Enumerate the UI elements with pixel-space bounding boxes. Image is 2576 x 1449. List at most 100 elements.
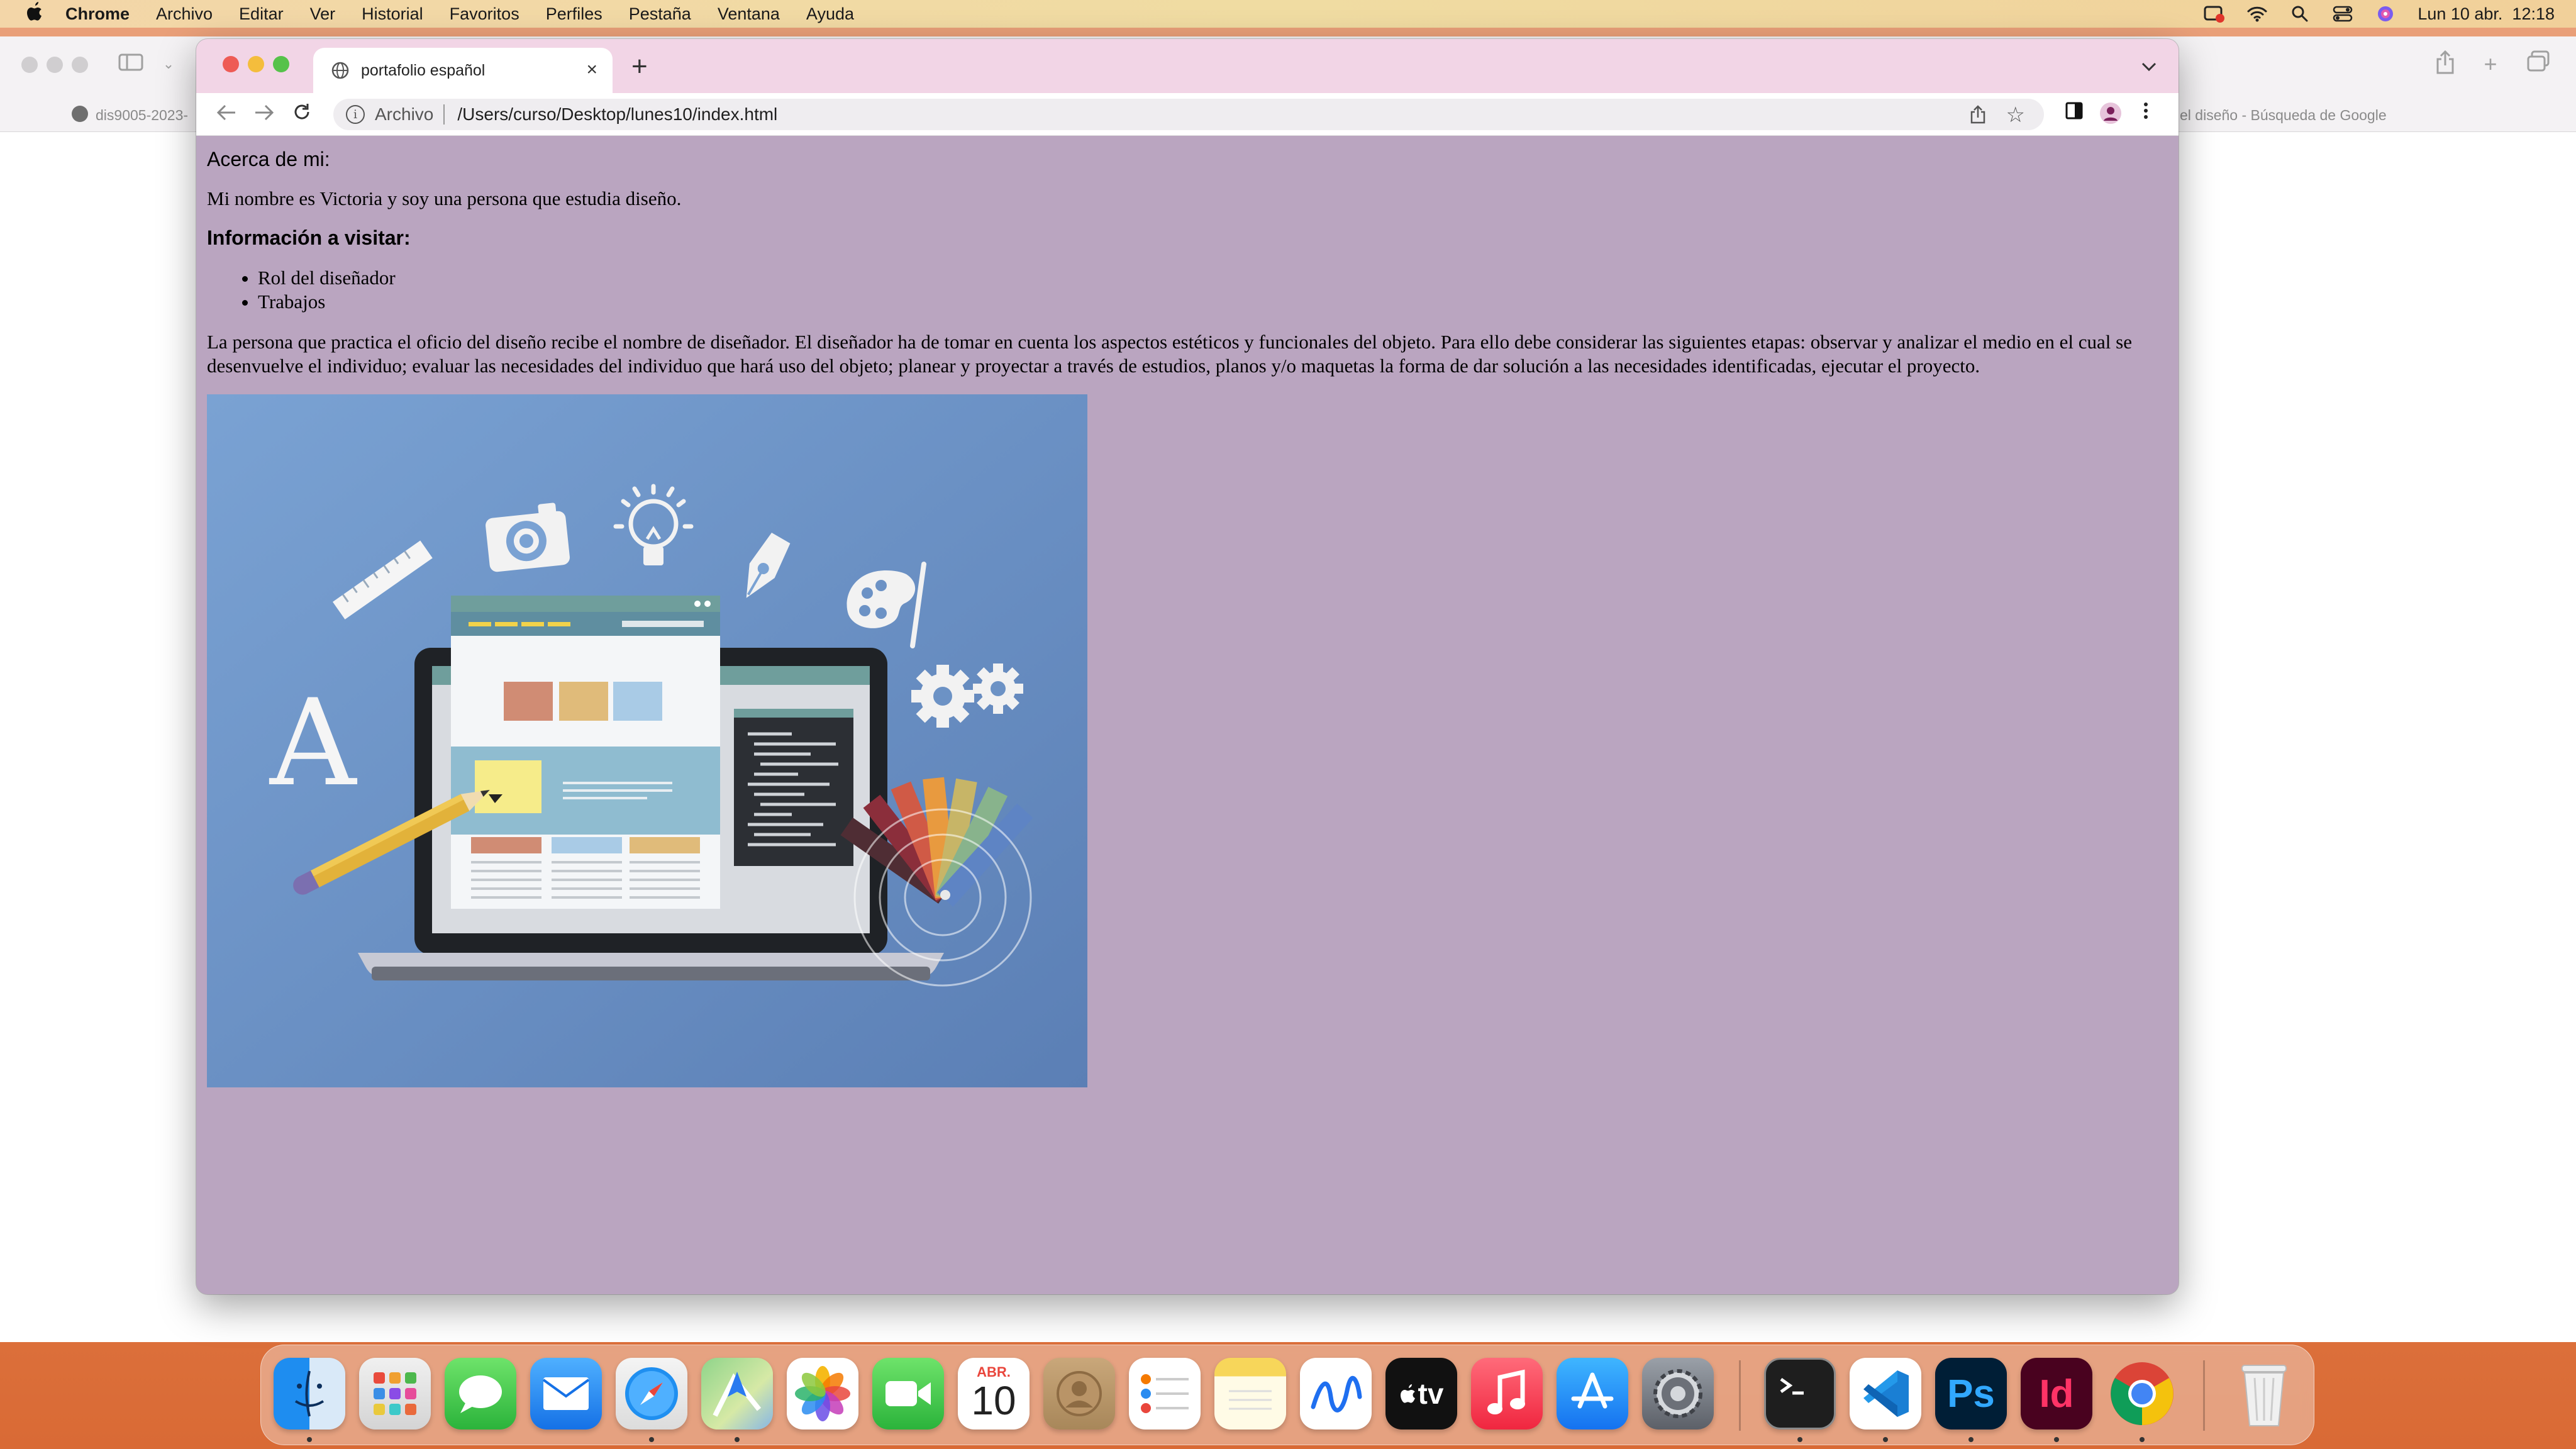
dock-terminal[interactable]: [1764, 1358, 1836, 1430]
dock-app-store[interactable]: [1557, 1358, 1628, 1430]
spotlight-icon[interactable]: [2289, 4, 2311, 23]
bg-zoom-light[interactable]: [72, 57, 88, 73]
dock-separator: [2203, 1360, 2205, 1431]
about-heading: Acerca de mi:: [207, 148, 330, 170]
tab-overview-icon[interactable]: [2524, 50, 2552, 78]
dock-notes[interactable]: [1214, 1358, 1286, 1430]
letter-a-glyph: A: [269, 674, 358, 813]
tab-close-icon[interactable]: ×: [586, 60, 597, 79]
url-text[interactable]: /Users/curso/Desktop/lunes10/index.html: [457, 104, 777, 125]
dock-facetime[interactable]: [872, 1358, 944, 1430]
globe-icon: [331, 61, 350, 80]
url-separator: [443, 104, 445, 125]
new-tab-icon[interactable]: +: [2477, 50, 2504, 78]
dock-messages[interactable]: [445, 1358, 516, 1430]
menu-ayuda[interactable]: Ayuda: [806, 4, 854, 24]
bg-minimize-light[interactable]: [47, 57, 63, 73]
dock-photoshop[interactable]: Ps: [1935, 1358, 2007, 1430]
designer-paragraph: La persona que practica el oficio del di…: [207, 331, 2132, 377]
menu-archivo[interactable]: Archivo: [156, 4, 213, 24]
minimize-light[interactable]: [248, 56, 264, 72]
visit-list: Rol del diseñador Trabajos: [258, 266, 2168, 314]
menu-app-chrome[interactable]: Chrome: [65, 4, 130, 24]
photos-icon: [795, 1366, 850, 1421]
dock-maps[interactable]: [701, 1358, 773, 1430]
screen-recording-icon[interactable]: [2204, 4, 2225, 23]
wifi-icon[interactable]: [2246, 4, 2268, 23]
menubar-clock[interactable]: Lun 10 abr. 12:18: [2418, 4, 2555, 24]
running-indicator: [1797, 1437, 1802, 1442]
apple-tv-label: tv: [1418, 1377, 1444, 1410]
dock-finder[interactable]: [274, 1358, 345, 1430]
menu-perfiles[interactable]: Perfiles: [546, 4, 602, 24]
dock-calendar[interactable]: ABR. 10: [958, 1358, 1030, 1430]
tab-portafolio[interactable]: portafolio español ×: [313, 48, 613, 93]
finder-icon: [294, 1370, 325, 1417]
menu-ventana[interactable]: Ventana: [718, 4, 780, 24]
site-info-icon[interactable]: i: [346, 105, 365, 124]
profile-avatar-icon[interactable]: [2098, 102, 2123, 127]
menu-historial[interactable]: Historial: [362, 4, 423, 24]
contacts-icon: [1057, 1371, 1102, 1416]
url-scheme-label: Archivo: [375, 104, 434, 124]
chrome-icon: [2111, 1362, 2174, 1425]
dock-photos[interactable]: [787, 1358, 858, 1430]
bg-tab-right-label[interactable]: el diseño - Búsqueda de Google: [2180, 107, 2387, 124]
tab-search-icon[interactable]: [2141, 57, 2157, 76]
sidebar-icon[interactable]: [117, 50, 145, 78]
dock-mail[interactable]: [530, 1358, 602, 1430]
menu-ver[interactable]: Ver: [310, 4, 336, 24]
bg-close-light[interactable]: [21, 57, 38, 73]
dock-apple-tv[interactable]: tv: [1385, 1358, 1457, 1430]
dock-safari[interactable]: [616, 1358, 687, 1430]
dock-music[interactable]: [1471, 1358, 1543, 1430]
control-center-icon[interactable]: [2332, 4, 2353, 23]
bookmark-star-icon[interactable]: ☆: [2006, 103, 2025, 128]
dock-separator: [1739, 1360, 1741, 1431]
dock-indesign[interactable]: Id: [2021, 1358, 2092, 1430]
messages-icon: [459, 1375, 502, 1413]
dock-trash[interactable]: [2228, 1358, 2300, 1430]
dock-reminders[interactable]: [1129, 1358, 1201, 1430]
reload-button[interactable]: [289, 102, 314, 127]
share-icon[interactable]: [1970, 105, 1986, 128]
settings-gear-icon: [1653, 1369, 1702, 1418]
close-light[interactable]: [223, 56, 239, 72]
music-note-icon: [1487, 1369, 1525, 1414]
github-icon: [72, 106, 88, 122]
menu-favoritos[interactable]: Favoritos: [450, 4, 519, 24]
dock-contacts[interactable]: [1043, 1358, 1115, 1430]
intro-text: Mi nombre es Victoria y soy una persona …: [207, 187, 682, 209]
facetime-icon: [886, 1381, 931, 1406]
running-indicator: [2140, 1437, 2145, 1442]
dock-vscode[interactable]: [1850, 1358, 1921, 1430]
terminal-prompt-icon: [1780, 1377, 1804, 1395]
dock: ABR. 10 tv Ps Id: [260, 1345, 2314, 1445]
siri-icon[interactable]: [2375, 4, 2396, 23]
freeform-icon: [1311, 1375, 1362, 1413]
running-indicator: [1968, 1437, 1974, 1442]
maps-icon: [713, 1372, 762, 1417]
dock-system-settings[interactable]: [1642, 1358, 1714, 1430]
zoom-light[interactable]: [273, 56, 289, 72]
apple-icon[interactable]: [23, 1, 48, 27]
dock-chrome[interactable]: [2106, 1358, 2178, 1430]
new-tab-button[interactable]: +: [631, 53, 648, 80]
share-icon[interactable]: [2431, 50, 2459, 78]
menu-pestana[interactable]: Pestaña: [629, 4, 691, 24]
visit-heading: Información a visitar:: [207, 226, 411, 249]
back-button[interactable]: [214, 102, 239, 127]
dock-launchpad[interactable]: [359, 1358, 431, 1430]
bg-tab-left-label[interactable]: dis9005-2023-: [96, 107, 188, 124]
menu-editar[interactable]: Editar: [239, 4, 284, 24]
side-panel-icon[interactable]: [2062, 102, 2087, 127]
menu-bar: Chrome Archivo Editar Ver Historial Favo…: [0, 0, 2576, 28]
chrome-window: portafolio español × + i Archivo /Users/…: [196, 39, 2179, 1294]
address-bar[interactable]: i Archivo /Users/curso/Desktop/lunes10/i…: [333, 99, 2044, 130]
chevron-down-icon[interactable]: ⌄: [155, 50, 182, 78]
running-indicator: [307, 1437, 312, 1442]
tab-strip: portafolio español × +: [196, 39, 2179, 93]
more-menu-icon[interactable]: [2133, 102, 2158, 127]
forward-button[interactable]: [252, 102, 277, 127]
dock-freeform[interactable]: [1300, 1358, 1372, 1430]
